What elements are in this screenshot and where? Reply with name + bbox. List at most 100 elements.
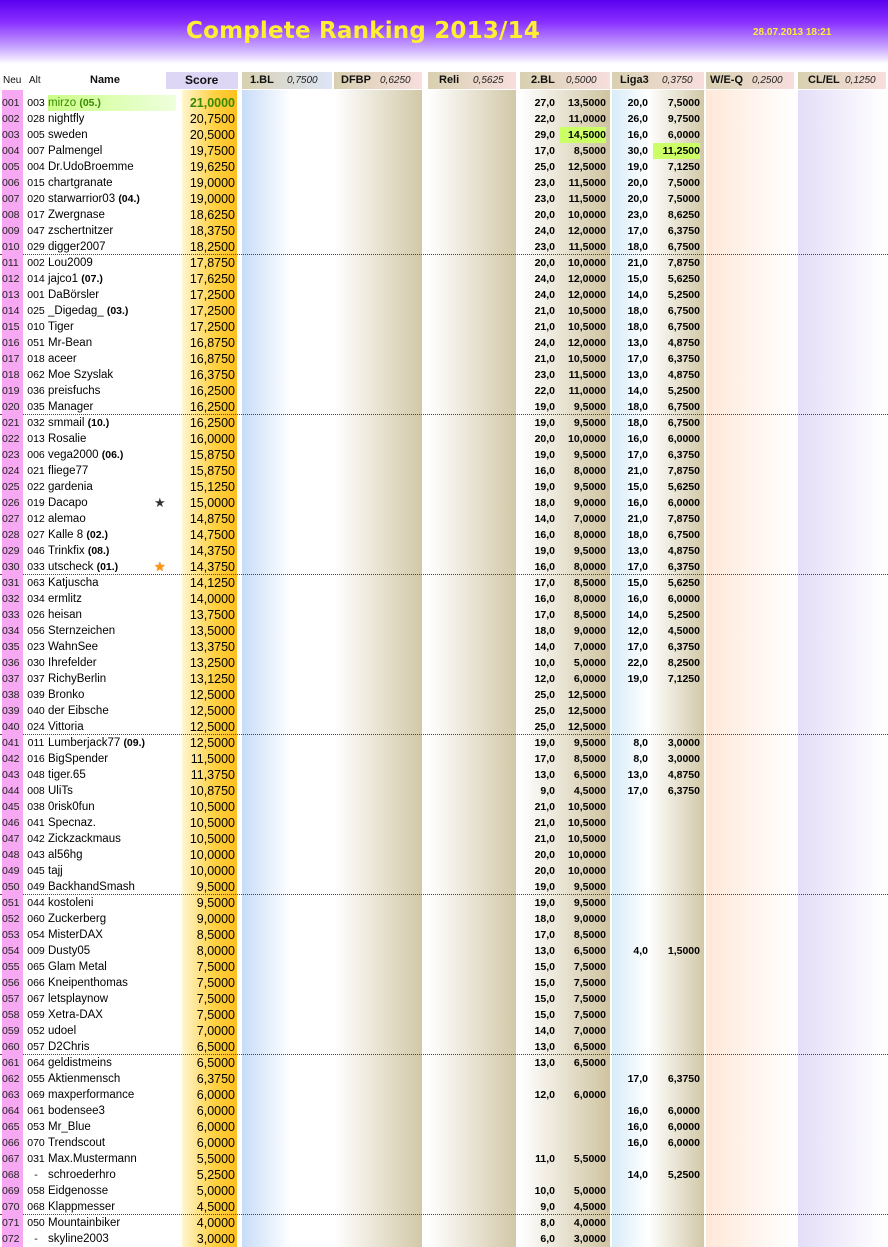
player-name[interactable]: Eidgenosse: [48, 1183, 178, 1199]
player-name[interactable]: Mountainbiker: [48, 1215, 178, 1231]
player-name[interactable]: Katjuscha: [48, 575, 178, 591]
timestamp: 28.07.2013 18:21: [753, 27, 832, 38]
score-value: 16,2500: [189, 416, 235, 430]
player-name[interactable]: Tiger: [48, 319, 178, 335]
liga3-tips: 26,0: [627, 113, 648, 125]
new-rank: 072: [2, 1231, 23, 1247]
player-name[interactable]: mirzo (05.): [48, 95, 176, 111]
player-name[interactable]: MisterDAX: [48, 927, 178, 943]
player-name[interactable]: Specnaz.: [48, 815, 178, 831]
col-dfbp-header: DFBP: [341, 74, 371, 86]
rank-badge: (02.): [86, 529, 108, 541]
bl2-score: 12,0000: [568, 337, 606, 349]
liga3-score: 9,7500: [667, 113, 700, 125]
old-rank: 040: [27, 705, 45, 717]
player-name[interactable]: Glam Metal: [48, 959, 178, 975]
player-name[interactable]: BackhandSmash: [48, 879, 178, 895]
player-name[interactable]: UliTs: [48, 783, 178, 799]
new-rank: 021: [2, 415, 23, 431]
player-name[interactable]: schroederhro: [48, 1167, 178, 1183]
player-name[interactable]: skyline2003: [48, 1231, 178, 1247]
player-name[interactable]: alemao: [48, 511, 178, 527]
player-name[interactable]: udoel: [48, 1023, 178, 1039]
player-name[interactable]: 0risk0fun: [48, 799, 178, 815]
player-name[interactable]: Moe Szyslak: [48, 367, 178, 383]
bl2-tips: 25,0: [534, 705, 555, 717]
player-name[interactable]: Kneipenthomas: [48, 975, 178, 991]
player-name[interactable]: chartgranate: [48, 175, 178, 191]
player-name[interactable]: maxperformance: [48, 1087, 178, 1103]
player-name[interactable]: zschertnitzer: [48, 223, 178, 239]
player-name[interactable]: D2Chris: [48, 1039, 178, 1055]
bl2-score: 6,5000: [573, 945, 606, 957]
bl2-score: 5,0000: [573, 1185, 606, 1197]
player-name[interactable]: aceer: [48, 351, 178, 367]
player-name[interactable]: vega2000 (06.): [48, 447, 178, 463]
bl2-score: 9,5000: [573, 897, 606, 909]
player-name[interactable]: Kalle 8 (02.): [48, 527, 178, 543]
liga3-score: 7,8750: [667, 465, 700, 477]
player-name[interactable]: Vittoria: [48, 719, 178, 735]
player-name[interactable]: tiger.65: [48, 767, 178, 783]
player-name[interactable]: sweden: [48, 127, 178, 143]
player-name[interactable]: BigSpender: [48, 751, 178, 767]
player-name[interactable]: WahnSee: [48, 639, 178, 655]
player-name[interactable]: nightfly: [48, 111, 178, 127]
player-name[interactable]: preisfuchs: [48, 383, 178, 399]
player-name[interactable]: Sternzeichen: [48, 623, 178, 639]
liga3-tips: 8,0: [633, 753, 648, 765]
player-name[interactable]: al56hg: [48, 847, 178, 863]
player-name[interactable]: Lumberjack77 (09.): [48, 735, 178, 751]
player-name[interactable]: Xetra-DAX: [48, 1007, 178, 1023]
player-name[interactable]: DaBörsler: [48, 287, 178, 303]
liga3-tips: 15,0: [627, 481, 648, 493]
player-name[interactable]: Aktienmensch: [48, 1071, 178, 1087]
player-name[interactable]: RichyBerlin: [48, 671, 178, 687]
player-name[interactable]: digger2007: [48, 239, 178, 255]
player-name[interactable]: Max.Mustermann: [48, 1151, 178, 1167]
player-name[interactable]: Klappmesser: [48, 1199, 178, 1215]
new-rank: 032: [2, 591, 23, 607]
score-value: 6,0000: [196, 1104, 235, 1118]
liga3-score: 8,2500: [667, 657, 700, 669]
player-name[interactable]: _Digedag_ (03.): [48, 303, 178, 319]
col-bl1-header: 1.BL: [250, 74, 274, 86]
player-name[interactable]: kostoleni: [48, 895, 178, 911]
player-name[interactable]: Mr_Blue: [48, 1119, 178, 1135]
player-name[interactable]: Trinkfix (08.): [48, 543, 178, 559]
player-name[interactable]: Bronko: [48, 687, 178, 703]
new-rank: 063: [2, 1087, 23, 1103]
player-name[interactable]: tajj: [48, 863, 178, 879]
player-name[interactable]: Rosalie: [48, 431, 178, 447]
player-name[interactable]: heisan: [48, 607, 178, 623]
player-name[interactable]: Trendscout: [48, 1135, 178, 1151]
player-name[interactable]: gardenia: [48, 479, 178, 495]
bl2-score: 9,5000: [573, 449, 606, 461]
new-rank: 010: [2, 239, 23, 255]
player-name[interactable]: jajco1 (07.): [48, 271, 178, 287]
player-name[interactable]: Mr-Bean: [48, 335, 178, 351]
player-name[interactable]: letsplaynow: [48, 991, 178, 1007]
player-name[interactable]: fliege77: [48, 463, 178, 479]
player-name[interactable]: Ihrefelder: [48, 655, 178, 671]
col-clel-header: CL/EL: [808, 74, 840, 86]
player-name[interactable]: smmail (10.): [48, 415, 178, 431]
player-name[interactable]: bodensee3: [48, 1103, 178, 1119]
player-name[interactable]: Dusty05: [48, 943, 178, 959]
bl2-tips: 18,0: [534, 497, 555, 509]
bl2-score: 5,5000: [573, 1153, 606, 1165]
new-rank: 057: [2, 991, 23, 1007]
player-name[interactable]: geldistmeins: [48, 1055, 178, 1071]
player-name[interactable]: Palmengel: [48, 143, 178, 159]
player-name[interactable]: Zwergnase: [48, 207, 178, 223]
player-name[interactable]: Zickzackmaus: [48, 831, 178, 847]
player-name[interactable]: Dr.UdoBroemme: [48, 159, 178, 175]
player-name[interactable]: Manager: [48, 399, 178, 415]
player-name[interactable]: der Eibsche: [48, 703, 178, 719]
score-value: 17,8750: [189, 256, 235, 270]
player-name[interactable]: Lou2009: [48, 255, 178, 271]
player-name[interactable]: Zuckerberg: [48, 911, 178, 927]
col-name-header: Name: [90, 74, 120, 86]
player-name[interactable]: ermlitz: [48, 591, 178, 607]
player-name[interactable]: starwarrior03 (04.): [48, 191, 178, 207]
